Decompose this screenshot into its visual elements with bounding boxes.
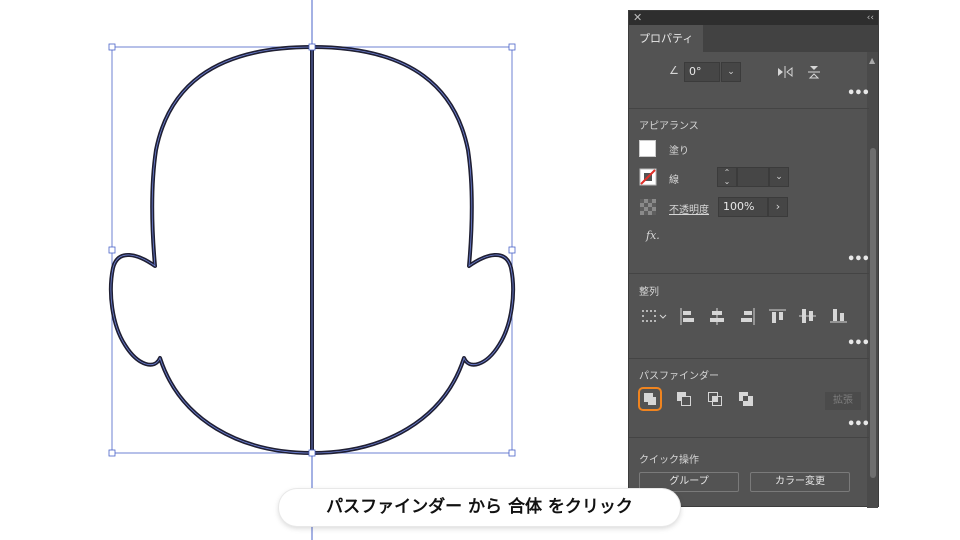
screen: ✕ ‹‹ プロパティ ▲ ∠ 0° ⌄ ••• アピアランス 塗り 線 ⌃ ⌄ … (0, 0, 960, 540)
align-vertical-center-icon[interactable] (799, 308, 816, 324)
pathfinder-intersect-icon[interactable] (707, 391, 731, 415)
align-horizontal-center-icon[interactable] (709, 308, 725, 325)
appearance-more-options[interactable]: ••• (847, 252, 870, 267)
align-title: 整列 (639, 287, 659, 298)
fx-effects-button[interactable]: fx. (646, 229, 660, 242)
align-to-dropdown-icon[interactable] (641, 309, 669, 325)
handle-bottom-right[interactable] (508, 449, 516, 457)
panel-title-bar[interactable]: ✕ ‹‹ (629, 11, 878, 25)
pathfinder-unite-button[interactable] (638, 387, 662, 411)
appearance-title: アピアランス (639, 121, 699, 132)
opacity-field[interactable]: 100% (718, 197, 768, 217)
unite-icon (644, 393, 656, 405)
quick-actions-title: クイック操作 (639, 455, 699, 466)
rotate-dropdown-chevron-down-icon[interactable]: ⌄ (721, 62, 741, 82)
fill-swatch[interactable] (639, 140, 656, 157)
handle-top-right[interactable] (508, 43, 516, 51)
opacity-link[interactable]: 不透明度 (669, 201, 709, 216)
stroke-weight-field[interactable] (737, 167, 769, 187)
properties-panel: ✕ ‹‹ プロパティ ▲ ∠ 0° ⌄ ••• アピアランス 塗り 線 ⌃ ⌄ … (628, 10, 879, 508)
fill-label: 塗り (669, 146, 689, 157)
pathfinder-expand-button[interactable]: 拡張 (825, 392, 861, 410)
align-bottom-icon[interactable] (830, 308, 847, 324)
stroke-swatch-none-icon[interactable] (639, 168, 657, 186)
divider (629, 437, 869, 438)
handle-bottom-left[interactable] (108, 449, 116, 457)
divider (629, 358, 869, 359)
stroke-label: 線 (669, 175, 679, 186)
handle-top-center[interactable] (308, 43, 316, 51)
flip-horizontal-icon[interactable] (777, 66, 793, 78)
stroke-dropdown-chevron-down-icon[interactable]: ⌄ (769, 167, 789, 187)
flip-vertical-icon[interactable] (808, 65, 820, 79)
tab-properties[interactable]: プロパティ (629, 25, 703, 52)
handle-bottom-center[interactable] (308, 449, 316, 457)
handle-middle-right[interactable] (508, 246, 516, 254)
pathfinder-more-options[interactable]: ••• (847, 417, 870, 432)
scrollbar-thumb[interactable] (870, 148, 876, 478)
panel-scrollbar[interactable]: ▲ (867, 52, 878, 508)
recolor-button[interactable]: カラー変更 (750, 472, 850, 492)
pathfinder-exclude-icon[interactable] (738, 391, 762, 415)
collapse-icon[interactable]: ‹‹ (867, 11, 874, 25)
artboard-canvas[interactable] (0, 0, 600, 540)
align-top-icon[interactable] (769, 308, 786, 324)
transform-more-options[interactable]: ••• (847, 86, 870, 101)
opacity-chevron-right-icon[interactable]: › (768, 197, 788, 217)
opacity-checker-icon (640, 199, 656, 215)
panel-tab-bar: プロパティ (629, 25, 878, 52)
align-right-icon[interactable] (740, 308, 756, 325)
pathfinder-minus-front-icon[interactable] (676, 391, 700, 415)
pathfinder-title: パスファインダー (639, 371, 719, 382)
instruction-caption: パスファインダー から 合体 をクリック (279, 489, 680, 526)
rotate-field[interactable]: 0° (684, 62, 720, 82)
stroke-stepper[interactable]: ⌃ ⌄ (717, 167, 737, 187)
rotate-angle-icon: ∠ (669, 64, 679, 77)
align-left-icon[interactable] (679, 308, 695, 325)
handle-top-left[interactable] (108, 43, 116, 51)
close-icon[interactable]: ✕ (633, 11, 642, 25)
handle-middle-left[interactable] (108, 246, 116, 254)
align-more-options[interactable]: ••• (847, 336, 870, 351)
divider (629, 108, 869, 109)
divider (629, 273, 869, 274)
scroll-up-icon[interactable]: ▲ (869, 56, 875, 65)
